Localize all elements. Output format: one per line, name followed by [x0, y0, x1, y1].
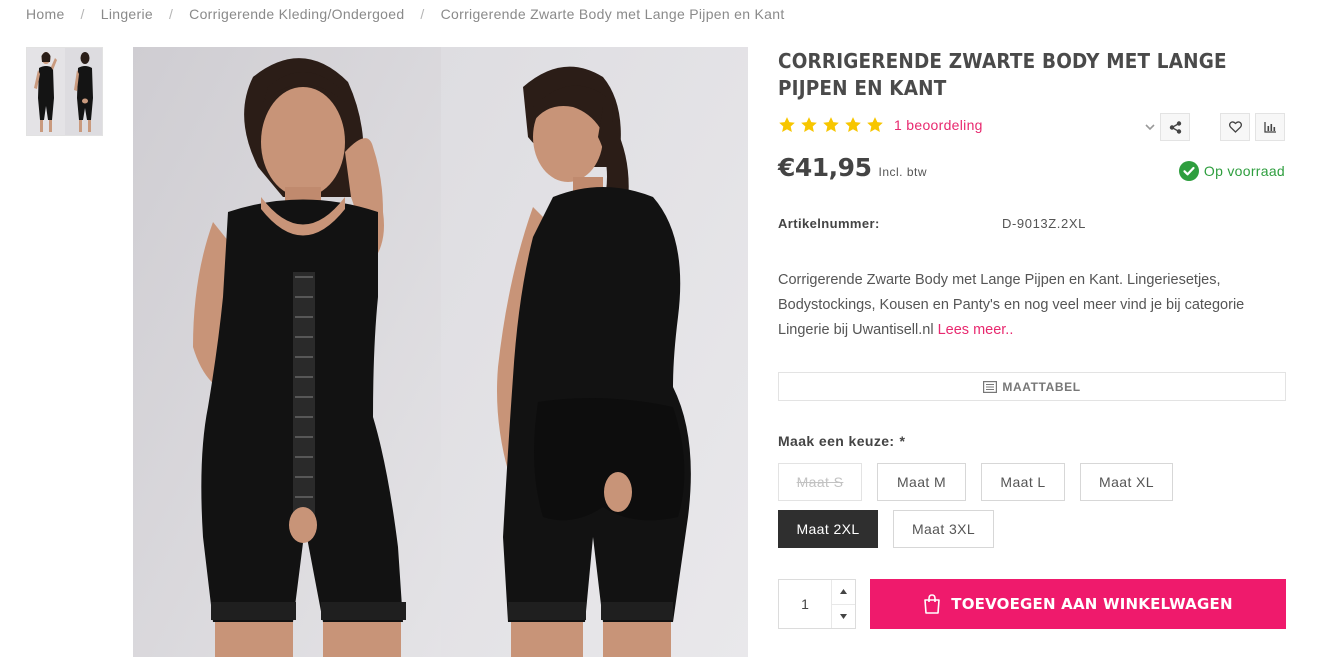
size-chart-button[interactable]: MAATTABEL	[778, 372, 1286, 401]
quantity-stepper	[778, 579, 856, 629]
size-option-3xl[interactable]: Maat 3XL	[893, 510, 994, 548]
product-title: Corrigerende Zwarte Body met Lange Pijpe…	[778, 49, 1227, 100]
size-option-s[interactable]: Maat S	[778, 463, 862, 501]
breadcrumb-separator: /	[420, 6, 425, 22]
size-option-l[interactable]: Maat L	[981, 463, 1065, 501]
product-description: Corrigerende Zwarte Body met Lange Pijpe…	[778, 268, 1278, 343]
bar-chart-icon	[1263, 122, 1276, 133]
check-circle-icon	[1178, 161, 1199, 181]
size-option-2xl[interactable]: Maat 2XL	[778, 510, 878, 548]
breadcrumb-category[interactable]: Corrigerende Kleding/Ondergoed	[189, 6, 404, 22]
wishlist-button[interactable]	[1220, 113, 1250, 141]
share-button[interactable]	[1160, 113, 1190, 141]
caret-up-icon	[840, 589, 847, 595]
size-chart-label: MAATTABEL	[1002, 379, 1081, 394]
review-count-link[interactable]: 1 beoordeling	[894, 117, 983, 133]
product-rating: 1 beoordeling	[778, 116, 983, 134]
size-option-m[interactable]: Maat M	[877, 463, 966, 501]
thumbnail-image	[27, 48, 102, 135]
required-mark: *	[899, 433, 906, 449]
star-icon	[801, 117, 817, 132]
product-price: €41,95	[778, 153, 872, 182]
quantity-arrows	[831, 580, 855, 628]
add-to-cart-label: TOEVOEGEN AAN WINKELWAGEN	[951, 595, 1233, 613]
size-option-xl[interactable]: Maat XL	[1080, 463, 1173, 501]
share-icon	[1169, 120, 1181, 134]
quantity-decrease-button[interactable]	[832, 603, 855, 629]
compare-button[interactable]	[1255, 113, 1285, 141]
chevron-down-icon[interactable]	[1142, 113, 1158, 141]
product-photo	[133, 47, 748, 657]
sku-value: D-9013Z.2XL	[1002, 216, 1086, 231]
breadcrumb-home[interactable]: Home	[26, 6, 65, 22]
quantity-increase-button[interactable]	[832, 580, 855, 604]
variant-label: Maak een keuze: *	[778, 433, 905, 449]
star-icon	[845, 117, 861, 132]
read-more-link[interactable]: Lees meer..	[938, 322, 1014, 338]
price-vat-note: Incl. btw	[878, 165, 927, 179]
rating-stars	[778, 116, 884, 134]
quantity-input[interactable]	[779, 580, 831, 628]
shopping-bag-icon	[924, 594, 941, 614]
breadcrumb-separator: /	[168, 6, 174, 22]
variant-label-text: Maak een keuze:	[778, 433, 895, 449]
breadcrumb-lingerie[interactable]: Lingerie	[101, 6, 153, 22]
sku-label: Artikelnummer:	[778, 216, 880, 231]
breadcrumb: Home / Lingerie / Corrigerende Kleding/O…	[26, 5, 785, 23]
stock-status: Op voorraad	[1178, 161, 1285, 181]
add-to-cart-button[interactable]: TOEVOEGEN AAN WINKELWAGEN	[870, 579, 1286, 629]
breadcrumb-current: Corrigerende Zwarte Body met Lange Pijpe…	[440, 6, 785, 22]
star-icon	[823, 117, 839, 132]
product-tools	[1142, 113, 1285, 141]
product-thumbnail[interactable]	[26, 47, 103, 136]
star-icon	[867, 117, 883, 132]
list-icon	[983, 380, 998, 393]
stock-label: Op voorraad	[1203, 163, 1285, 179]
caret-down-icon	[840, 613, 847, 619]
star-icon	[779, 117, 795, 132]
breadcrumb-separator: /	[80, 6, 85, 22]
product-main-image[interactable]	[133, 47, 748, 657]
price-row: €41,95 Incl. btw	[778, 153, 927, 182]
heart-icon	[1228, 121, 1242, 133]
